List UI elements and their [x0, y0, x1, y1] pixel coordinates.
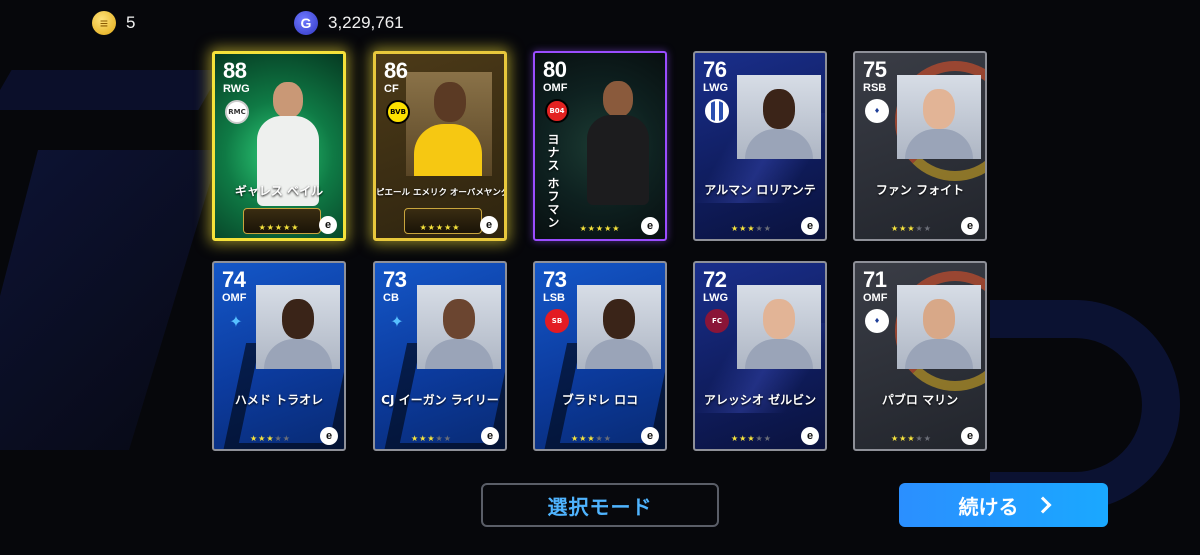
coin-icon: ≡ — [92, 11, 116, 35]
chevron-right-icon — [1034, 496, 1051, 514]
player-photo — [897, 285, 981, 369]
card-position: OMF — [543, 82, 568, 94]
player-photo — [737, 285, 821, 369]
gp-icon: G — [294, 11, 318, 35]
background-stripe — [0, 70, 222, 110]
gp-display: G 3,229,761 — [294, 11, 404, 35]
card-rating: 73 — [543, 267, 567, 292]
card-rating: 86 — [384, 58, 408, 83]
player-card-9[interactable]: 72 LWG FC アレッシオ ゼルビン ★★★★★ e — [693, 261, 827, 451]
card-player-name: アルマン ロリアンテ — [704, 183, 816, 197]
player-card-6[interactable]: 74 OMF ✦ ハメド トラオレ ★★★★★ e — [212, 261, 346, 451]
card-stars: ★★★★★ — [571, 434, 612, 443]
card-player-name: ピエール エメリク オーバメヤング — [376, 188, 507, 198]
efootball-logo-icon: e — [481, 427, 499, 445]
card-player-name: ファン フォイト — [875, 183, 965, 197]
card-stars: ★★★★★ — [731, 224, 772, 233]
player-card-3[interactable]: 80 OMF B04 ヨナス ホフマン ★★★★★ e — [533, 51, 667, 241]
player-card-10[interactable]: 71 OMF ♦ パブロ マリン ★★★★★ e — [853, 261, 987, 451]
coins-display: ≡ 5 — [92, 11, 135, 35]
efootball-logo-icon: e — [961, 427, 979, 445]
card-stars: ★★★★★ — [731, 434, 772, 443]
club-badge-icon: SB — [545, 309, 569, 333]
card-stars: ★★★★★ — [411, 434, 452, 443]
efootball-logo-icon: e — [801, 217, 819, 235]
card-player-name: ヨナス ホフマン — [546, 133, 560, 230]
card-position: RWG — [223, 83, 250, 95]
player-card-4[interactable]: 76 LWG アルマン ロリアンテ ★★★★★ e — [693, 51, 827, 241]
club-badge-icon: ✦ — [390, 311, 404, 331]
card-player-name: アレッシオ ゼルビン — [703, 393, 817, 407]
card-player-name: ブラドレ ロコ — [561, 393, 639, 407]
player-photo — [256, 285, 340, 369]
efootball-logo-icon: e — [641, 217, 659, 235]
efootball-logo-icon: e — [961, 217, 979, 235]
player-card-1[interactable]: 88 RWG RMC ギャレス ベイル ★★★★★ e — [212, 51, 346, 241]
player-photo — [897, 75, 981, 159]
efootball-logo-icon: e — [801, 427, 819, 445]
player-photo — [737, 75, 821, 159]
player-photo — [406, 72, 492, 176]
card-rating: 74 — [222, 267, 246, 292]
player-art — [575, 73, 655, 205]
card-position: OMF — [863, 292, 888, 304]
card-rating: 73 — [383, 267, 407, 292]
card-stars: ★★★★★ — [250, 434, 291, 443]
card-player-name: ギャレス ベイル — [234, 184, 324, 198]
card-rating: 72 — [703, 267, 727, 292]
efootball-logo-icon: e — [641, 427, 659, 445]
efootball-logo-icon: e — [320, 427, 338, 445]
card-rating: 88 — [223, 58, 247, 83]
card-rating: 76 — [703, 57, 727, 82]
card-rating: 80 — [543, 57, 567, 82]
player-card-grid: 88 RWG RMC ギャレス ベイル ★★★★★ e 86 CF BVB ピエ… — [212, 51, 988, 451]
player-card-8[interactable]: 73 LSB SB ブラドレ ロコ ★★★★★ e — [533, 261, 667, 451]
card-stars: ★★★★★ — [891, 434, 932, 443]
select-mode-label: 選択モード — [547, 494, 653, 519]
card-position: LWG — [703, 82, 729, 94]
gp-value: 3,229,761 — [328, 13, 404, 32]
card-position: OMF — [222, 292, 247, 304]
select-mode-button[interactable]: 選択モード — [481, 483, 719, 527]
player-card-2[interactable]: 86 CF BVB ピエール エメリク オーバメヤング ★★★★★ e — [373, 51, 507, 241]
card-rating: 75 — [863, 57, 887, 82]
club-badge-icon: ♦ — [865, 99, 889, 123]
player-photo — [417, 285, 501, 369]
club-badge-icon: B04 — [545, 99, 569, 123]
coins-value: 5 — [126, 13, 136, 32]
card-rating: 71 — [863, 267, 887, 292]
player-card-5[interactable]: 75 RSB ♦ ファン フォイト ★★★★★ e — [853, 51, 987, 241]
efootball-logo-icon: e — [319, 216, 337, 234]
card-player-name: ハメド トラオレ — [234, 393, 324, 407]
player-card-7[interactable]: 73 CB ✦ CJ イーガン ライリー ★★★★★ e — [373, 261, 507, 451]
club-badge-icon: ♦ — [865, 309, 889, 333]
club-badge-icon: BVB — [386, 100, 410, 124]
efootball-logo-icon: e — [480, 216, 498, 234]
card-player-name: パブロ マリン — [881, 393, 959, 407]
card-stars: ★★★★★ — [891, 224, 932, 233]
card-position: LSB — [543, 292, 565, 304]
background-shape-left — [0, 150, 220, 450]
card-player-name: CJ イーガン ライリー — [381, 393, 499, 407]
player-photo — [577, 285, 661, 369]
continue-button[interactable]: 続ける — [899, 483, 1108, 527]
card-position: LWG — [703, 292, 729, 304]
card-position: RSB — [863, 82, 887, 94]
card-position: CF — [384, 83, 399, 95]
club-badge-icon — [705, 99, 729, 123]
club-badge-icon: FC — [705, 309, 729, 333]
club-badge-icon: ✦ — [229, 311, 243, 331]
club-badge-icon: RMC — [225, 100, 249, 124]
card-position: CB — [383, 292, 399, 304]
continue-label: 続ける — [958, 494, 1019, 519]
background-shape-right — [990, 300, 1180, 510]
